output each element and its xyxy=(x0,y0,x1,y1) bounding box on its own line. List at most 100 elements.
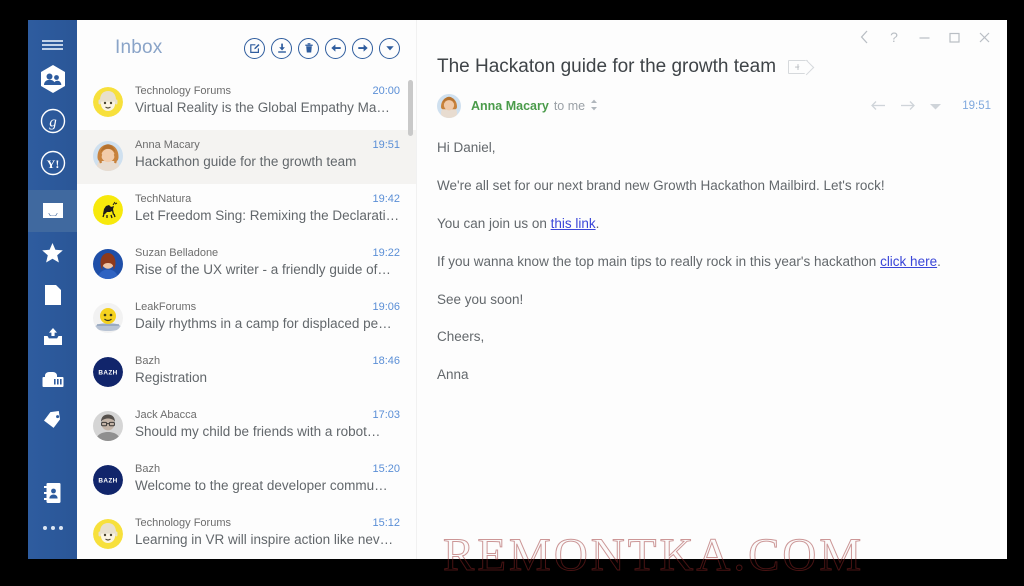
body-line-3-suffix: . xyxy=(937,253,941,269)
mail-item-sender: Technology Forums xyxy=(135,517,231,529)
click-here-link[interactable]: click here xyxy=(880,254,937,269)
maximize-button[interactable] xyxy=(939,24,969,50)
mail-list-item[interactable]: Anna Macary 19:51 Hackathon guide for the … xyxy=(77,130,416,184)
mail-item-sender: Bazh xyxy=(135,355,161,367)
sidebar-item-more[interactable] xyxy=(28,511,77,545)
ellipsis-dot xyxy=(42,526,47,530)
mail-item-subject: Welcome to the great developer commu… xyxy=(135,478,388,493)
forward-arrow-icon xyxy=(901,101,916,110)
mail-item-time: 19:06 xyxy=(372,301,400,313)
mail-item-subject: Virtual Reality is the Global Empathy Ma… xyxy=(135,100,390,115)
compose-button[interactable] xyxy=(244,37,265,59)
avatar xyxy=(93,519,123,549)
close-button[interactable] xyxy=(969,24,999,50)
message-body: Hi Daniel, We're all set for our next br… xyxy=(417,118,1007,559)
mail-item-meta-row: TechNatura 19:42 xyxy=(135,193,400,205)
body-line-6: Anna xyxy=(437,367,469,383)
sidebar-item-outbox[interactable] xyxy=(28,316,77,358)
mail-list-scrollbar[interactable] xyxy=(408,80,413,136)
reading-pane: ? The Hackaton guide for the growth team… xyxy=(417,20,1007,559)
forward-arrow-icon xyxy=(357,44,368,52)
mail-item-meta-row: Bazh 15:20 xyxy=(135,463,400,475)
mail-item-meta-row: Jack Abacca 17:03 xyxy=(135,409,400,421)
sidebar-item-contacts[interactable] xyxy=(28,475,77,511)
this-link[interactable]: this link xyxy=(551,216,596,231)
message-sender-row: Anna Macary to me 19:51 xyxy=(417,78,1007,118)
delete-button[interactable] xyxy=(298,37,319,59)
mail-item-body: Bazh 18:46 Registration xyxy=(135,355,400,385)
app-window: g Y! Inbox Technology Forums 20:00 Virtu… xyxy=(28,20,1007,559)
mail-list-scroll-area[interactable]: Technology Forums 20:00 Virtual Reality is… xyxy=(77,76,416,559)
reply-button[interactable] xyxy=(325,37,346,59)
back-button[interactable] xyxy=(849,24,879,50)
body-line-2-prefix: You can join us on xyxy=(437,215,551,231)
document-icon xyxy=(44,285,61,305)
sidebar-item-archive[interactable] xyxy=(28,358,77,400)
archive-button[interactable] xyxy=(271,37,292,59)
star-icon xyxy=(42,243,63,263)
avatar xyxy=(93,195,123,225)
hamburger-bar xyxy=(42,44,63,46)
avatar-photo xyxy=(93,141,123,171)
more-button[interactable] xyxy=(379,37,400,59)
outbox-icon xyxy=(43,327,62,345)
sidebar-item-starred[interactable] xyxy=(28,232,77,274)
chevron-down-icon xyxy=(930,103,942,109)
reply-arrow-icon xyxy=(330,44,341,52)
message-subject-row: The Hackaton guide for the growth team + xyxy=(417,54,1007,78)
mail-list-item[interactable]: Technology Forums 20:00 Virtual Reality is… xyxy=(77,76,416,130)
sidebar-item-drafts[interactable] xyxy=(28,274,77,316)
mail-item-sender: Technology Forums xyxy=(135,85,231,97)
forward-button[interactable] xyxy=(352,37,373,59)
people-hexagon-icon xyxy=(40,65,65,93)
sidebar-item-inbox[interactable] xyxy=(28,190,77,232)
avatar-illustration xyxy=(93,195,123,225)
mail-list-item[interactable]: LeakForums 19:06 Daily rhythms in a camp f… xyxy=(77,292,416,346)
avatar: BAZH xyxy=(93,465,123,495)
body-greeting: Hi Daniel, xyxy=(437,140,496,155)
sender-avatar-photo xyxy=(437,94,461,118)
hamburger-bar xyxy=(42,48,63,50)
mail-list-item[interactable]: TechNatura 19:42 Let Freedom Sing: Remixin… xyxy=(77,184,416,238)
mail-list-item[interactable]: Technology Forums 15:12 Learning in VR wil… xyxy=(77,508,416,559)
mail-list-toolbar xyxy=(244,37,402,59)
more-button[interactable] xyxy=(929,102,942,111)
mail-item-sender: LeakForums xyxy=(135,301,197,313)
minimize-button[interactable] xyxy=(909,24,939,50)
mail-item-meta-row: Technology Forums 20:00 xyxy=(135,85,400,97)
mail-item-time: 19:22 xyxy=(372,247,400,259)
ellipsis-dot xyxy=(50,526,55,530)
avatar: BAZH xyxy=(93,357,123,387)
sidebar-account-google[interactable]: g xyxy=(28,100,77,142)
mail-item-sender: Suzan Belladone xyxy=(135,247,219,259)
archive-box-icon xyxy=(42,371,63,387)
reply-button[interactable] xyxy=(871,100,886,112)
help-button[interactable]: ? xyxy=(879,24,909,50)
hamburger-menu-icon[interactable] xyxy=(28,32,77,58)
mail-list-column: Inbox Technology Forums 20:00 Virtual Re… xyxy=(77,20,417,559)
add-tag-button[interactable]: + xyxy=(788,60,809,74)
forward-button[interactable] xyxy=(900,100,916,112)
sidebar-item-labels[interactable] xyxy=(28,400,77,442)
avatar xyxy=(437,94,461,118)
mail-list-item[interactable]: Suzan Belladone 19:22 Rise of the UX write… xyxy=(77,238,416,292)
body-line-1: We're all set for our next brand new Gro… xyxy=(437,177,885,193)
mail-list-item[interactable]: BAZH Bazh 15:20 Welcome to the great develo… xyxy=(77,454,416,508)
svg-text:Y!: Y! xyxy=(46,157,59,171)
expand-details-icon[interactable] xyxy=(590,99,598,113)
sidebar-account-primary[interactable] xyxy=(28,58,77,100)
mail-list-item[interactable]: Jack Abacca 17:03 Should my child be frien… xyxy=(77,400,416,454)
mail-item-subject: Let Freedom Sing: Remixing the Declarati… xyxy=(135,208,400,223)
svg-text:BAZH: BAZH xyxy=(98,370,117,377)
mail-item-meta-row: LeakForums 19:06 xyxy=(135,301,400,313)
mail-item-time: 17:03 xyxy=(372,409,400,421)
mail-item-body: TechNatura 19:42 Let Freedom Sing: Remixin… xyxy=(135,193,400,223)
avatar xyxy=(93,87,123,117)
sidebar-nav-rail: g Y! xyxy=(28,20,77,559)
chevron-down-icon xyxy=(385,46,394,51)
mail-item-time: 19:42 xyxy=(372,193,400,205)
mail-list-item[interactable]: BAZH Bazh 18:46 Registration xyxy=(77,346,416,400)
minimize-icon xyxy=(919,36,929,39)
sidebar-account-yahoo[interactable]: Y! xyxy=(28,142,77,184)
avatar xyxy=(93,411,123,441)
